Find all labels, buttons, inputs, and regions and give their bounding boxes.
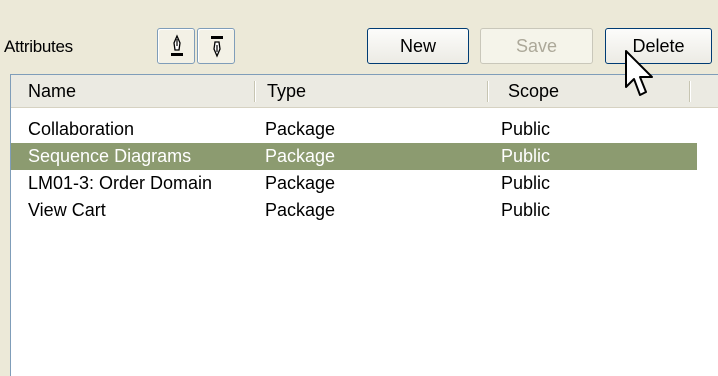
delete-button[interactable]: Delete	[605, 28, 712, 64]
cell-scope: Public	[501, 146, 551, 166]
mouse-cursor-icon	[625, 50, 653, 96]
save-button[interactable]: Save	[480, 28, 593, 64]
attributes-toolbar: Attributes New Save Delete	[0, 0, 718, 74]
cell-scope: Public	[501, 173, 551, 193]
table-row[interactable]: View Cart Package Public	[11, 197, 697, 224]
cell-type: Package	[265, 200, 336, 220]
table-row[interactable]: Sequence Diagrams Package Public	[11, 143, 697, 170]
pen-up-button[interactable]	[157, 28, 195, 64]
column-header-scope[interactable]: Scope	[508, 75, 559, 107]
attributes-grid: Name Type Scope Collaboration Package Pu…	[10, 74, 718, 376]
cell-type: Package	[265, 146, 336, 166]
column-divider[interactable]	[254, 81, 256, 102]
table-row[interactable]: LM01-3: Order Domain Package Public	[11, 170, 697, 197]
cell-name: LM01-3: Order Domain	[28, 173, 213, 193]
cell-scope: Public	[501, 119, 551, 139]
attributes-label: Attributes	[4, 37, 73, 56]
pen-down-button[interactable]	[197, 28, 235, 64]
pen-up-icon	[171, 34, 183, 56]
pen-down-icon	[211, 36, 223, 58]
grid-rows: Collaboration Package Public Sequence Di…	[11, 116, 718, 224]
grid-header: Name Type Scope	[11, 75, 718, 108]
table-row[interactable]: Collaboration Package Public	[11, 116, 697, 143]
cell-name: View Cart	[28, 200, 106, 220]
column-header-type[interactable]: Type	[267, 75, 306, 107]
column-divider[interactable]	[487, 81, 489, 102]
cell-name: Collaboration	[28, 119, 135, 139]
column-header-name[interactable]: Name	[28, 75, 76, 107]
cell-scope: Public	[501, 200, 551, 220]
cell-name: Sequence Diagrams	[28, 146, 192, 166]
cell-type: Package	[265, 119, 336, 139]
cell-type: Package	[265, 173, 336, 193]
column-divider[interactable]	[689, 81, 691, 102]
new-button[interactable]: New	[367, 28, 469, 64]
